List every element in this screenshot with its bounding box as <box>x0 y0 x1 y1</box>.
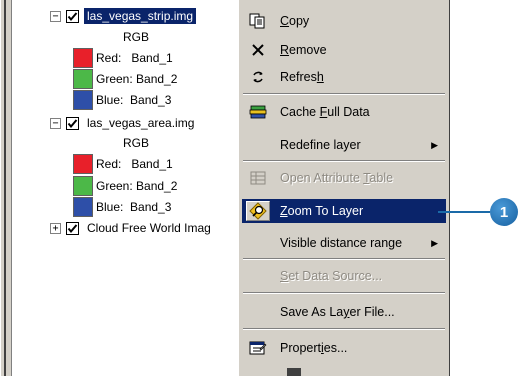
layer-row-cloud-free-world[interactable]: + Cloud Free World Imag <box>50 218 214 238</box>
band-row-red: Red: Band_1 <box>73 48 173 68</box>
menu-separator <box>243 93 445 95</box>
menu-separator <box>243 292 445 294</box>
menu-item-visible-distance-range[interactable]: Visible distance range ▶ <box>242 231 446 255</box>
menu-item-cache-full-data[interactable]: Cache Full Data <box>242 100 446 124</box>
table-icon <box>246 168 270 188</box>
band-row-blue: Blue: Band_3 <box>73 90 171 110</box>
menu-item-set-data-source: Set Data Source... <box>242 264 446 288</box>
menu-item-properties[interactable]: Properties... <box>242 336 446 360</box>
menu-item-copy[interactable]: Copy <box>242 9 446 33</box>
menu-item-label: Redefine layer <box>280 138 361 152</box>
checkmark-icon <box>67 118 78 128</box>
menu-item-label: Remove <box>280 43 327 57</box>
layer-context-menu: Copy Remove Refresh Cache Full Data Rede… <box>238 0 450 376</box>
layer-name[interactable]: Cloud Free World Imag <box>84 220 214 236</box>
layer-visibility-checkbox[interactable] <box>66 116 79 130</box>
expand-icon[interactable]: + <box>50 222 61 234</box>
menu-separator <box>243 258 445 260</box>
window-left-border <box>0 0 12 376</box>
menu-item-label: Copy <box>280 14 310 28</box>
band-row-green: Green: Band_2 <box>73 69 177 89</box>
band-label: Green: Band_2 <box>96 179 178 193</box>
submenu-arrow-icon: ▶ <box>431 139 438 150</box>
layer-row-las-vegas-area[interactable]: − las_vegas_area.img <box>50 113 197 133</box>
menu-separator <box>243 328 445 330</box>
menu-item-label: Set Data Source... <box>280 269 383 283</box>
checkmark-icon <box>67 11 78 21</box>
remove-x-icon <box>246 40 270 60</box>
menu-item-redefine-layer[interactable]: Redefine layer ▶ <box>242 133 446 157</box>
render-type-label: RGB <box>123 133 149 153</box>
cache-icon <box>246 102 270 122</box>
resize-handle[interactable] <box>287 368 301 376</box>
band-label: Blue: Band_3 <box>96 200 172 214</box>
layer-visibility-checkbox[interactable] <box>66 9 79 23</box>
menu-item-label: Cache Full Data <box>280 105 370 119</box>
copy-icon <box>246 11 270 31</box>
band-row-blue: Blue: Band_3 <box>73 197 171 217</box>
render-type-text: RGB <box>123 30 150 44</box>
band-row-green: Green: Band_2 <box>73 176 177 196</box>
layer-row-las-vegas-strip[interactable]: − las_vegas_strip.img <box>50 6 197 26</box>
menu-item-label: Zoom To Layer <box>280 204 364 218</box>
menu-item-label: Save As Layer File... <box>280 305 395 319</box>
band-label: Green: Band_2 <box>96 72 178 86</box>
menu-item-label: Visible distance range <box>280 236 403 250</box>
menu-item-remove[interactable]: Remove <box>242 38 446 62</box>
callout-leader-line <box>438 211 490 213</box>
properties-icon <box>246 338 270 358</box>
green-swatch[interactable] <box>73 176 93 196</box>
render-type-label: RGB <box>123 27 149 47</box>
band-row-red: Red: Band_1 <box>73 154 173 174</box>
refresh-icon <box>246 67 270 87</box>
band-label: Red: Band_1 <box>96 157 173 171</box>
menu-item-open-attribute-table: Open Attribute Table <box>242 166 446 190</box>
submenu-arrow-icon: ▶ <box>431 237 438 248</box>
menu-item-save-as-layer-file[interactable]: Save As Layer File... <box>242 300 446 324</box>
green-swatch[interactable] <box>73 69 93 89</box>
red-swatch[interactable] <box>73 154 93 174</box>
collapse-icon[interactable]: − <box>50 10 61 22</box>
blue-swatch[interactable] <box>73 197 93 217</box>
callout-number-badge: 1 <box>490 198 518 226</box>
menu-item-label: Properties... <box>280 341 348 355</box>
collapse-icon[interactable]: − <box>50 117 61 129</box>
menu-item-label: Open Attribute Table <box>280 171 394 185</box>
menu-item-refresh[interactable]: Refresh <box>242 65 446 89</box>
red-swatch[interactable] <box>73 48 93 68</box>
zoom-to-layer-icon <box>246 201 270 221</box>
menu-item-label: Refresh <box>280 70 324 84</box>
menu-item-zoom-to-layer[interactable]: Zoom To Layer <box>242 199 446 223</box>
layer-name[interactable]: las_vegas_area.img <box>84 115 197 131</box>
band-label: Red: Band_1 <box>96 51 173 65</box>
table-of-contents: − las_vegas_strip.img RGB Red: Band_1 Gr… <box>12 0 272 376</box>
menu-separator <box>243 160 445 162</box>
layer-visibility-checkbox[interactable] <box>66 221 79 235</box>
render-type-text: RGB <box>123 136 150 150</box>
layer-name[interactable]: las_vegas_strip.img <box>84 8 197 24</box>
band-label: Blue: Band_3 <box>96 93 172 107</box>
blue-swatch[interactable] <box>73 90 93 110</box>
checkmark-icon <box>67 223 78 233</box>
